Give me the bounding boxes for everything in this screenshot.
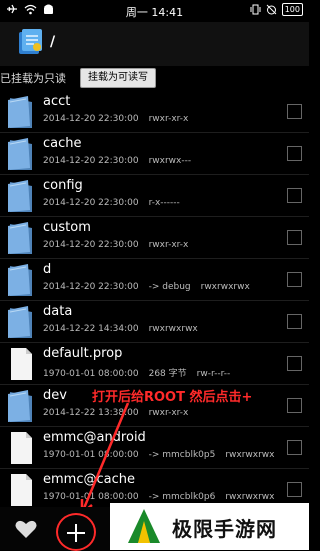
- file-meta: 2014-12-20 22:30:00 r-x------: [43, 198, 190, 208]
- status-right-icons: 100: [250, 3, 303, 16]
- file-row[interactable]: custom 2014-12-20 22:30:00 rwxr-xr-x: [0, 216, 309, 259]
- file-meta: 2014-12-20 22:30:00 rwxr-xr-x: [43, 240, 198, 250]
- file-name: cache: [43, 136, 82, 151]
- folder-icon: [6, 388, 36, 424]
- file-perm: rwxrwxrwx: [148, 324, 198, 334]
- row-checkbox[interactable]: [287, 146, 302, 161]
- row-checkbox[interactable]: [287, 398, 302, 413]
- file-perm: rwxrwxrwx: [200, 282, 250, 292]
- current-path: /: [50, 34, 56, 50]
- file-name: config: [43, 178, 83, 193]
- file-row[interactable]: default.prop 1970-01-01 08:00:00 268 字节 rw-…: [0, 342, 309, 385]
- row-checkbox[interactable]: [287, 230, 302, 245]
- heart-icon[interactable]: [14, 518, 38, 540]
- mount-bar: 已挂载为只读 挂载为可读写: [0, 66, 309, 90]
- file-info: -> debug: [148, 282, 191, 292]
- file-row[interactable]: config 2014-12-20 22:30:00 r-x------: [0, 174, 309, 217]
- folder-icon: [6, 220, 36, 256]
- folder-icon: [6, 136, 36, 172]
- file-date: 2014-12-20 22:30:00: [43, 240, 139, 250]
- file-row[interactable]: acct 2014-12-20 22:30:00 rwxr-xr-x: [0, 90, 309, 133]
- file-date: 2014-12-20 22:30:00: [43, 156, 139, 166]
- file-info: 268 字节: [148, 369, 187, 379]
- mount-status-label: 已挂载为只读: [0, 72, 66, 85]
- row-checkbox[interactable]: [287, 104, 302, 119]
- battery-icon: 100: [281, 3, 303, 16]
- file-icon: [6, 346, 36, 382]
- row-checkbox[interactable]: [287, 272, 302, 287]
- file-row[interactable]: d 2014-12-20 22:30:00 -> debug rwxrwxrwx: [0, 258, 309, 301]
- file-perm: rwxrwx---: [148, 156, 192, 166]
- status-bar: 周一 14:41 100: [0, 0, 309, 22]
- folder-icon: [6, 262, 36, 298]
- row-checkbox[interactable]: [287, 314, 302, 329]
- file-perm: rwxrwxrwx: [225, 450, 275, 460]
- file-date: 2014-12-22 14:34:00: [43, 324, 139, 334]
- row-checkbox[interactable]: [287, 188, 302, 203]
- file-meta: 1970-01-01 08:00:00 268 字节 rw-r--r--: [43, 366, 240, 379]
- app-icon[interactable]: [18, 28, 44, 56]
- row-checkbox[interactable]: [287, 356, 302, 371]
- folder-icon: [6, 178, 36, 214]
- folder-icon: [6, 94, 36, 130]
- status-clock: 14:41: [151, 6, 184, 19]
- file-date: 2014-12-20 22:30:00: [43, 198, 139, 208]
- folder-icon: [6, 304, 36, 340]
- file-name: d: [43, 262, 52, 277]
- file-date: 2014-12-20 22:30:00: [43, 282, 139, 292]
- file-name: data: [43, 304, 73, 319]
- plus-icon-v: [75, 524, 77, 542]
- file-row[interactable]: cache 2014-12-20 22:30:00 rwxrwx---: [0, 132, 309, 175]
- row-checkbox[interactable]: [287, 440, 302, 455]
- file-date: 1970-01-01 08:00:00: [43, 369, 139, 379]
- file-icon: [6, 472, 36, 508]
- alarm-off-icon: [266, 4, 277, 15]
- file-row[interactable]: data 2014-12-22 14:34:00 rwxrwxrwx: [0, 300, 309, 343]
- file-name: dev: [43, 388, 67, 403]
- file-perm: rwxrwxrwx: [225, 492, 275, 502]
- file-meta: 2014-12-22 14:34:00 rwxrwxrwx: [43, 324, 208, 334]
- watermark: 极限手游网: [110, 503, 309, 550]
- add-button[interactable]: [56, 513, 96, 551]
- file-name: acct: [43, 94, 71, 109]
- file-meta: 2014-12-20 22:30:00 -> debug rwxrwxrwx: [43, 282, 260, 292]
- file-meta: 2014-12-20 22:30:00 rwxrwx---: [43, 156, 201, 166]
- file-perm: rw-r--r--: [196, 369, 231, 379]
- watermark-text: 极限手游网: [172, 517, 277, 541]
- file-date: 2014-12-20 22:30:00: [43, 114, 139, 124]
- file-perm: rwxr-xr-x: [148, 114, 189, 124]
- file-perm: r-x------: [148, 198, 180, 208]
- file-meta: 2014-12-20 22:30:00 rwxr-xr-x: [43, 114, 198, 124]
- vibrate-icon: [250, 4, 261, 15]
- watermark-logo-icon: [128, 509, 160, 543]
- mount-rw-button[interactable]: 挂载为可读写: [80, 68, 156, 88]
- status-day: 周一: [125, 6, 148, 19]
- file-name: custom: [43, 220, 91, 235]
- file-perm: rwxr-xr-x: [148, 240, 189, 250]
- file-icon: [6, 430, 36, 466]
- file-name: default.prop: [43, 346, 123, 361]
- row-checkbox[interactable]: [287, 482, 302, 497]
- header-bar: /: [0, 22, 309, 66]
